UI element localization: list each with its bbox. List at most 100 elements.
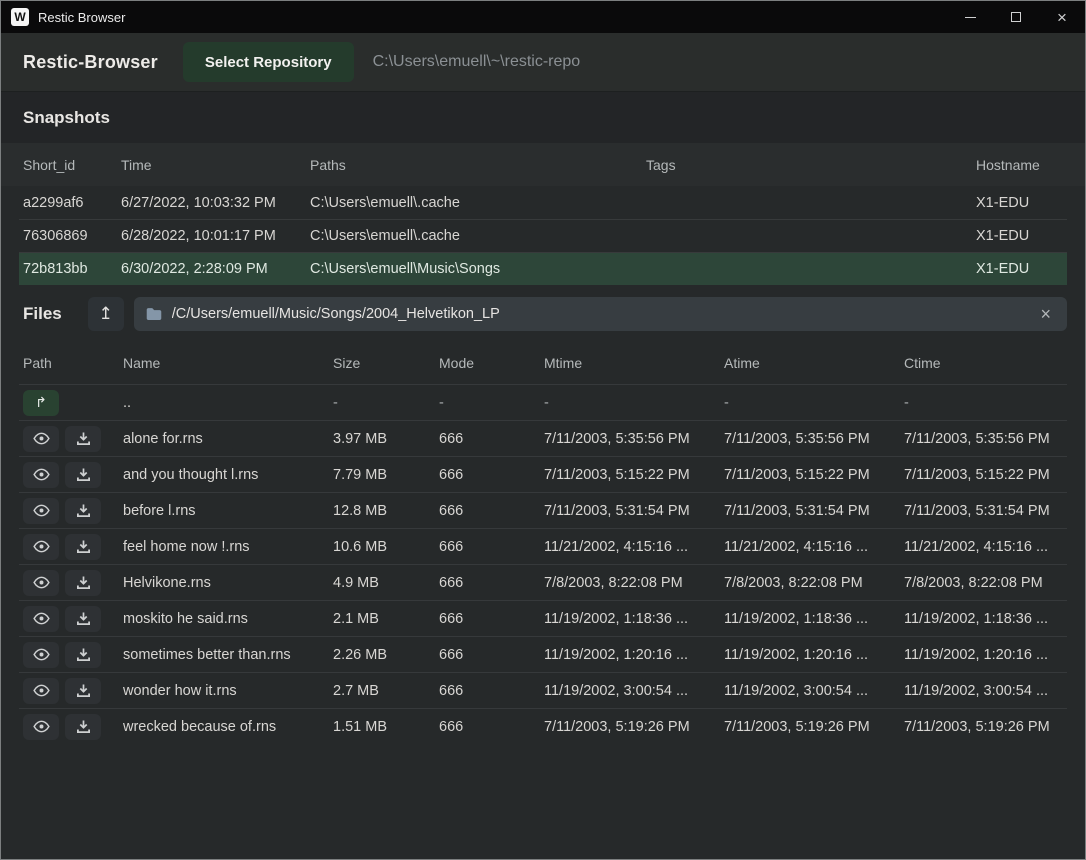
files-heading: Files (23, 304, 62, 324)
file-atime: 11/21/2002, 4:15:16 ... (720, 539, 900, 555)
file-ctime: 7/11/2003, 5:15:22 PM (900, 467, 1067, 483)
preview-file-button[interactable] (23, 714, 59, 740)
preview-file-button[interactable] (23, 570, 59, 596)
download-file-button[interactable] (65, 714, 101, 740)
parent-row-name: .. (119, 395, 329, 411)
column-header-size[interactable]: Size (329, 355, 435, 371)
snapshots-table-body: a2299af6 6/27/2022, 10:03:32 PM C:\Users… (19, 186, 1067, 285)
snapshot-row[interactable]: 72b813bb 6/30/2022, 2:28:09 PM C:\Users\… (19, 252, 1067, 285)
select-repository-button[interactable]: Select Repository (183, 42, 354, 82)
folder-icon (146, 307, 162, 321)
download-file-button[interactable] (65, 678, 101, 704)
file-ctime: 7/8/2003, 8:22:08 PM (900, 575, 1067, 591)
file-row[interactable]: sometimes better than.rns 2.26 MB 666 11… (19, 636, 1067, 672)
window-title: Restic Browser (38, 10, 125, 25)
file-mode: 666 (435, 539, 540, 555)
minimize-button[interactable] (947, 1, 993, 33)
maximize-icon (1011, 12, 1021, 22)
app-header: Restic-Browser Select Repository C:\User… (1, 33, 1085, 92)
file-row[interactable]: wrecked because of.rns 1.51 MB 666 7/11/… (19, 708, 1067, 744)
file-mode: 666 (435, 503, 540, 519)
file-mode: 666 (435, 611, 540, 627)
download-file-button[interactable] (65, 570, 101, 596)
close-button[interactable]: × (1039, 1, 1085, 33)
file-atime: 11/19/2002, 1:18:36 ... (720, 611, 900, 627)
preview-file-button[interactable] (23, 426, 59, 452)
files-toolbar: Files ↥ /C/Users/emuell/Music/Songs/2004… (1, 287, 1085, 341)
eye-icon (33, 504, 50, 517)
column-header-atime[interactable]: Atime (720, 355, 900, 371)
preview-file-button[interactable] (23, 678, 59, 704)
preview-file-button[interactable] (23, 534, 59, 560)
file-ctime: 11/19/2002, 1:18:36 ... (900, 611, 1067, 627)
file-name: moskito he said.rns (119, 611, 329, 627)
column-header-mode[interactable]: Mode (435, 355, 540, 371)
preview-file-button[interactable] (23, 498, 59, 524)
download-file-button[interactable] (65, 606, 101, 632)
column-header-time[interactable]: Time (117, 157, 306, 173)
snapshot-row[interactable]: 76306869 6/28/2022, 10:01:17 PM C:\Users… (19, 219, 1067, 252)
file-row[interactable]: and you thought l.rns 7.79 MB 666 7/11/2… (19, 456, 1067, 492)
file-mtime: 7/11/2003, 5:15:22 PM (540, 467, 720, 483)
file-mtime: 11/21/2002, 4:15:16 ... (540, 539, 720, 555)
snapshot-paths: C:\Users\emuell\Music\Songs (306, 261, 642, 277)
column-header-tags[interactable]: Tags (642, 157, 972, 173)
file-name: wrecked because of.rns (119, 719, 329, 735)
column-header-mtime[interactable]: Mtime (540, 355, 720, 371)
column-header-hostname[interactable]: Hostname (972, 157, 1067, 173)
file-mode: 666 (435, 683, 540, 699)
maximize-button[interactable] (993, 1, 1039, 33)
file-atime: 7/11/2003, 5:15:22 PM (720, 467, 900, 483)
file-row[interactable]: Helvikone.rns 4.9 MB 666 7/8/2003, 8:22:… (19, 564, 1067, 600)
file-mtime: 11/19/2002, 1:20:16 ... (540, 647, 720, 663)
path-breadcrumb[interactable]: /C/Users/emuell/Music/Songs/2004_Helveti… (134, 297, 1067, 331)
clear-path-icon[interactable]: × (1036, 303, 1055, 325)
file-mode: 666 (435, 719, 540, 735)
parent-row-mtime: - (540, 395, 720, 411)
snapshot-row[interactable]: a2299af6 6/27/2022, 10:03:32 PM C:\Users… (19, 186, 1067, 219)
eye-icon (33, 432, 50, 445)
file-mtime: 7/8/2003, 8:22:08 PM (540, 575, 720, 591)
column-header-ctime[interactable]: Ctime (900, 355, 1067, 371)
file-name: wonder how it.rns (119, 683, 329, 699)
download-icon (76, 648, 91, 662)
download-icon (76, 684, 91, 698)
parent-row[interactable]: ↱ .. - - - - - (19, 384, 1067, 420)
preview-file-button[interactable] (23, 606, 59, 632)
download-file-button[interactable] (65, 462, 101, 488)
file-row[interactable]: before l.rns 12.8 MB 666 7/11/2003, 5:31… (19, 492, 1067, 528)
go-up-button[interactable]: ↱ (23, 390, 59, 416)
download-file-button[interactable] (65, 426, 101, 452)
snapshot-hostname: X1-EDU (972, 195, 1067, 211)
file-name: Helvikone.rns (119, 575, 329, 591)
file-row[interactable]: moskito he said.rns 2.1 MB 666 11/19/200… (19, 600, 1067, 636)
file-mode: 666 (435, 467, 540, 483)
column-header-name[interactable]: Name (119, 355, 329, 371)
file-atime: 11/19/2002, 1:20:16 ... (720, 647, 900, 663)
parent-directory-button[interactable]: ↥ (88, 297, 124, 331)
file-name: before l.rns (119, 503, 329, 519)
empty-area (1, 744, 1085, 859)
download-file-button[interactable] (65, 642, 101, 668)
download-icon (76, 576, 91, 590)
column-header-short-id[interactable]: Short_id (19, 157, 117, 173)
eye-icon (33, 720, 50, 733)
file-name: and you thought l.rns (119, 467, 329, 483)
snapshot-time: 6/30/2022, 2:28:09 PM (117, 261, 306, 277)
download-file-button[interactable] (65, 534, 101, 560)
file-atime: 7/11/2003, 5:35:56 PM (720, 431, 900, 447)
snapshot-short-id: 76306869 (19, 228, 117, 244)
file-row[interactable]: alone for.rns 3.97 MB 666 7/11/2003, 5:3… (19, 420, 1067, 456)
file-row[interactable]: feel home now !.rns 10.6 MB 666 11/21/20… (19, 528, 1067, 564)
column-header-path[interactable]: Path (19, 355, 119, 371)
file-mode: 666 (435, 575, 540, 591)
column-header-paths[interactable]: Paths (306, 157, 642, 173)
file-row[interactable]: wonder how it.rns 2.7 MB 666 11/19/2002,… (19, 672, 1067, 708)
download-file-button[interactable] (65, 498, 101, 524)
eye-icon (33, 684, 50, 697)
preview-file-button[interactable] (23, 462, 59, 488)
preview-file-button[interactable] (23, 642, 59, 668)
file-ctime: 11/19/2002, 3:00:54 ... (900, 683, 1067, 699)
repository-path: C:\Users\emuell\~\restic-repo (373, 53, 581, 71)
app-title: Restic-Browser (23, 52, 158, 73)
